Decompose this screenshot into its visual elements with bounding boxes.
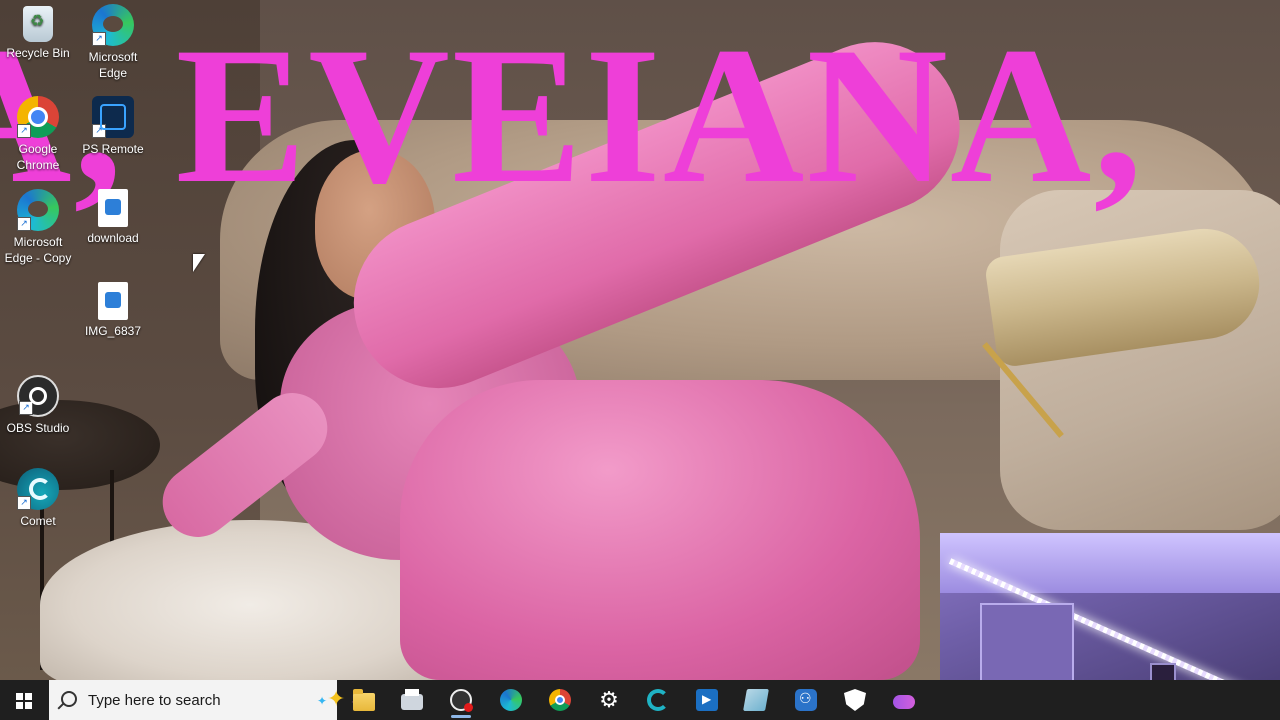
desktop-icon-label: OBS Studio: [6, 421, 70, 435]
desktop-icon-label: Microsoft Edge - Copy: [4, 235, 72, 265]
desktop-icon-recycle-bin[interactable]: Recycle Bin: [0, 4, 76, 61]
obs-studio-icon: [450, 689, 473, 712]
taskbar-obs-studio[interactable]: [437, 680, 485, 720]
edge-icon: ↗: [17, 189, 59, 231]
desktop-icon-microsoft-edge[interactable]: ↗ Microsoft Edge: [75, 4, 151, 81]
taskbar-file-explorer[interactable]: [340, 680, 388, 720]
recycle-bin-icon: [23, 6, 53, 42]
desktop-icon-label: Recycle Bin: [6, 46, 70, 60]
game-controller-icon: [893, 695, 915, 709]
webcam-ceiling: [940, 533, 1280, 593]
desktop-icon-download[interactable]: download: [75, 189, 151, 246]
chrome-icon: ↗: [17, 96, 59, 138]
desktop-icon-edge-copy[interactable]: ↗ Microsoft Edge - Copy: [0, 189, 76, 266]
mouse-cursor-icon: [193, 254, 205, 272]
obs-icon: ↗: [17, 375, 59, 417]
taskbar-settings[interactable]: ⚙: [585, 680, 633, 720]
desktop-icon-label: IMG_6837: [84, 324, 142, 338]
wallpaper-person-leg: [400, 380, 920, 680]
desktop-icon-label: Microsoft Edge: [88, 50, 138, 80]
taskbar-notepad[interactable]: [732, 680, 780, 720]
bot-app-icon: [795, 689, 817, 711]
file-explorer-icon: [353, 688, 375, 711]
taskbar: Type here to search ✦ ✦ ✦ ⚙: [0, 680, 1280, 720]
desktop-icon-label: PS Remote: [82, 142, 144, 156]
taskbar-bot-app[interactable]: [782, 680, 830, 720]
ps-remote-icon: ↗: [92, 96, 134, 138]
security-shield-icon: [844, 689, 866, 711]
taskbar-ps-remote-play[interactable]: [683, 680, 731, 720]
edge-icon: [500, 689, 522, 711]
notepad-icon: [743, 689, 769, 711]
search-placeholder: Type here to search: [88, 692, 221, 709]
wallpaper-headline: A, EVEIANA,: [0, 7, 1145, 224]
desktop-icon-obs-studio[interactable]: ↗ OBS Studio: [0, 375, 76, 436]
windows-logo-icon: [16, 693, 32, 709]
start-button[interactable]: [0, 680, 48, 720]
ps-remote-play-icon: [696, 689, 718, 711]
comet-icon: [647, 689, 669, 711]
desktop-icon-label: download: [87, 231, 139, 245]
edge-icon: ↗: [92, 4, 134, 46]
comet-icon: ↗: [17, 468, 59, 510]
desktop-icon-label: Comet: [20, 514, 56, 528]
taskbar-search-box[interactable]: Type here to search ✦ ✦ ✦: [49, 680, 360, 720]
desktop-icon-img-6837[interactable]: IMG_6837: [75, 282, 151, 339]
taskbar-comet[interactable]: [634, 680, 682, 720]
chrome-icon: [549, 689, 571, 711]
webcam-overlay: [940, 533, 1280, 683]
desktop-icon-label: Google Chrome: [16, 142, 60, 172]
taskbar-game-app[interactable]: [880, 680, 928, 720]
desktop-icon-google-chrome[interactable]: ↗ Google Chrome: [0, 96, 76, 173]
video-file-icon: [98, 282, 128, 320]
printer-app-icon: [401, 689, 423, 710]
search-icon: [61, 691, 77, 707]
desktop-icon-ps-remote[interactable]: ↗ PS Remote: [75, 96, 151, 157]
webcam-door: [980, 603, 1074, 683]
taskbar-printer-app[interactable]: [388, 680, 436, 720]
taskbar-chrome[interactable]: [536, 680, 584, 720]
taskbar-security[interactable]: [831, 680, 879, 720]
settings-gear-icon: ⚙: [599, 687, 619, 712]
desktop-icon-comet[interactable]: ↗ Comet: [0, 468, 76, 529]
image-file-icon: [98, 189, 128, 227]
taskbar-edge[interactable]: [487, 680, 535, 720]
